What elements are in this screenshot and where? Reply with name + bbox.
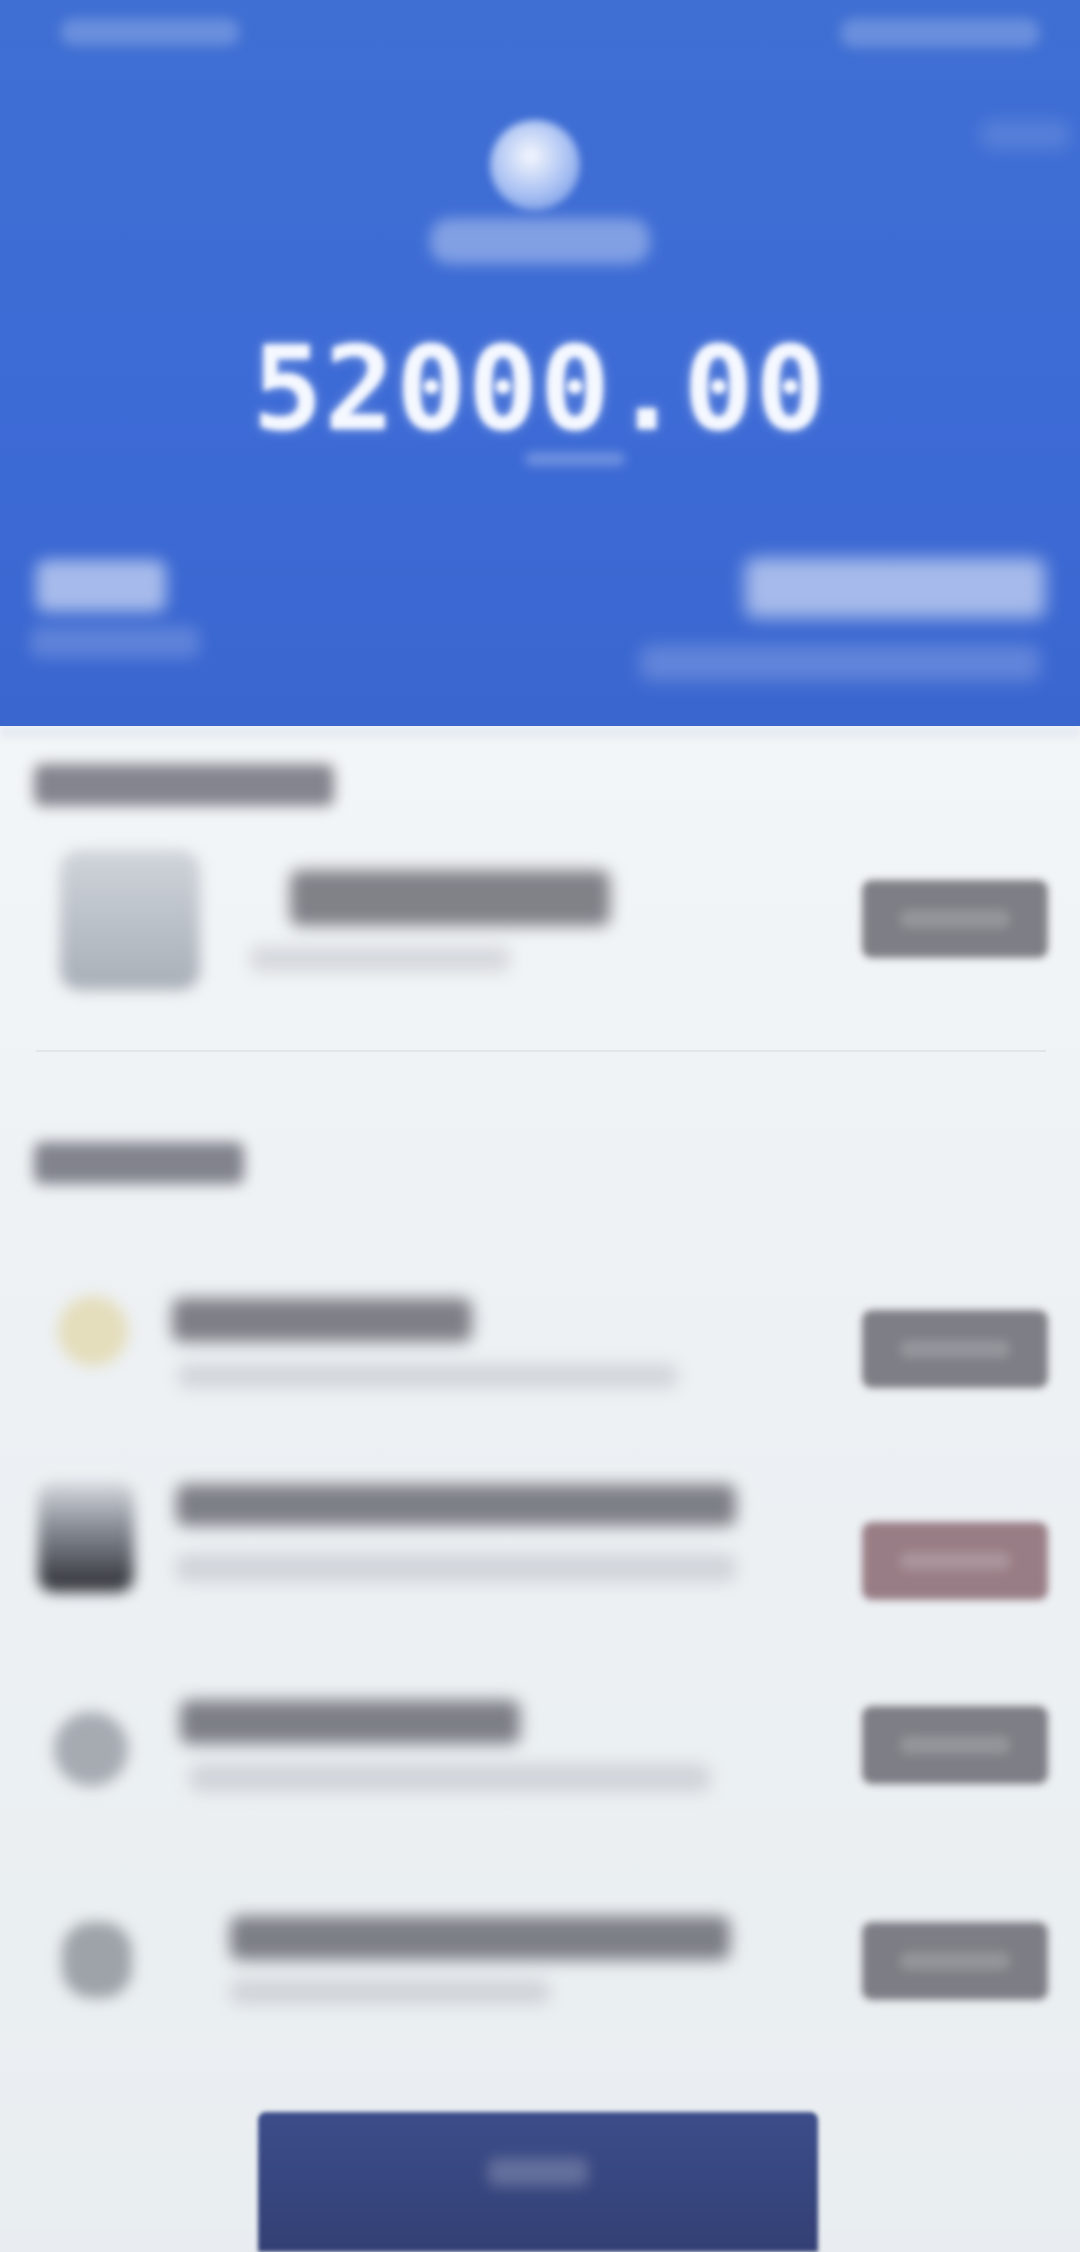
right-stat-value <box>745 558 1045 618</box>
item-icon <box>54 1712 128 1786</box>
back-button[interactable] <box>60 18 240 46</box>
bottom-action-label <box>488 2158 588 2186</box>
list-item[interactable] <box>0 1268 1080 1418</box>
top-right-action[interactable] <box>840 18 1040 48</box>
list-item-action-label <box>900 1952 1010 1970</box>
wallet-icon <box>490 120 580 210</box>
sheet-edge <box>0 726 1080 738</box>
right-stat-label <box>640 645 1040 681</box>
list-item-subtitle <box>190 1764 710 1792</box>
list-item-title <box>180 1700 520 1744</box>
left-stat-label <box>30 626 200 658</box>
item-icon <box>38 1482 134 1592</box>
list-item-subtitle <box>176 1554 736 1582</box>
item-icon <box>58 1296 128 1366</box>
top-bar <box>0 0 1080 70</box>
list-item-profile[interactable] <box>0 850 1080 1000</box>
list-item-subtitle <box>230 1980 550 2004</box>
wallet-header: 52000.00 <box>0 0 1080 735</box>
list-item-action-label <box>900 910 1010 928</box>
section-title-first <box>34 764 334 806</box>
wallet-label <box>430 218 650 264</box>
list-item[interactable] <box>0 1892 1080 2042</box>
content-sheet <box>0 726 1080 2230</box>
list-item-action-label <box>900 1736 1010 1754</box>
list-item-title <box>176 1484 736 1526</box>
list-item-title <box>290 870 610 926</box>
list-item-title <box>172 1298 472 1342</box>
profile-thumbnail <box>60 850 200 990</box>
left-stat-value <box>36 560 166 612</box>
section-title-second <box>34 1142 244 1184</box>
list-item[interactable] <box>0 1462 1080 1622</box>
list-item-action-label <box>900 1340 1010 1358</box>
list-item[interactable] <box>0 1676 1080 1826</box>
divider <box>36 1050 1046 1052</box>
balance-caption <box>525 452 625 466</box>
header-corner-link[interactable] <box>980 120 1070 150</box>
list-item-action-label <box>900 1552 1010 1570</box>
list-item-subtitle <box>178 1364 678 1388</box>
list-item-title <box>230 1916 730 1960</box>
balance-amount: 52000.00 <box>252 322 828 457</box>
item-icon <box>62 1922 132 1998</box>
list-item-subtitle <box>250 946 510 972</box>
